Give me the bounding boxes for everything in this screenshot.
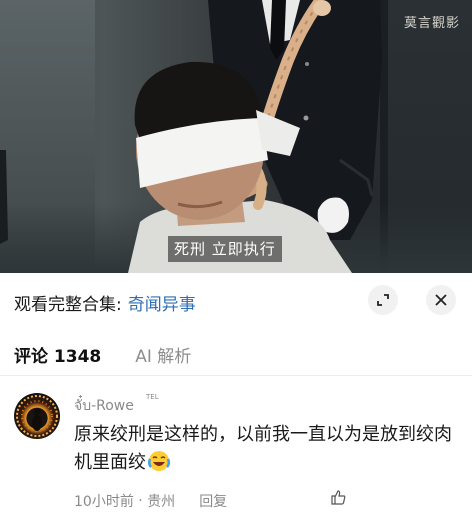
video-player[interactable]: 莫言觀影 死刑 立即执行 <box>0 0 472 273</box>
video-watermark: 莫言觀影 <box>403 16 460 31</box>
avatar[interactable] <box>14 393 60 439</box>
series-row[interactable]: 观看完整合集: 奇闻异事 <box>14 289 196 315</box>
comment-text: 原来绞刑是这样的，以前我一直以为是放到绞肉机里面绞 <box>74 424 452 473</box>
comment-item: จั๋บ-Rowe TEL 原来绞刑是这样的，以前我一直以为是放到绞肉机里面绞 … <box>0 385 472 517</box>
comment-meta: 10小时前 · 贵州 回复 <box>74 491 228 511</box>
close-button[interactable] <box>426 285 456 315</box>
video-subtitle: 死刑 立即执行 <box>168 236 282 262</box>
tab-bar: 评论 1348 AI 解析 <box>14 341 191 367</box>
expand-button[interactable] <box>368 285 398 315</box>
comment-username[interactable]: จั๋บ-Rowe <box>74 395 134 417</box>
tab-comments[interactable]: 评论 1348 <box>14 342 101 367</box>
series-link[interactable]: 奇闻异事 <box>128 290 196 315</box>
divider <box>0 375 472 376</box>
comment-location: 贵州 <box>147 494 176 510</box>
laughing-crying-emoji-icon <box>148 451 170 471</box>
close-icon <box>435 294 447 306</box>
username-badge: TEL <box>146 393 159 401</box>
reply-button[interactable]: 回复 <box>199 491 227 511</box>
like-button[interactable] <box>330 489 346 505</box>
video-scene <box>0 0 382 273</box>
comment-time: 10小时前 <box>74 494 134 510</box>
comment-body: 原来绞刑是这样的，以前我一直以为是放到绞肉机里面绞 <box>74 421 464 477</box>
series-prefix: 观看完整合集: <box>14 294 122 315</box>
tab-ai-analysis[interactable]: AI 解析 <box>135 342 191 367</box>
comments-sheet: 观看完整合集: 奇闻异事 评论 1348 AI 解析 จั๋บ-Rowe TEL <box>0 273 472 517</box>
expand-icon <box>377 294 389 306</box>
like-icon <box>331 490 346 505</box>
